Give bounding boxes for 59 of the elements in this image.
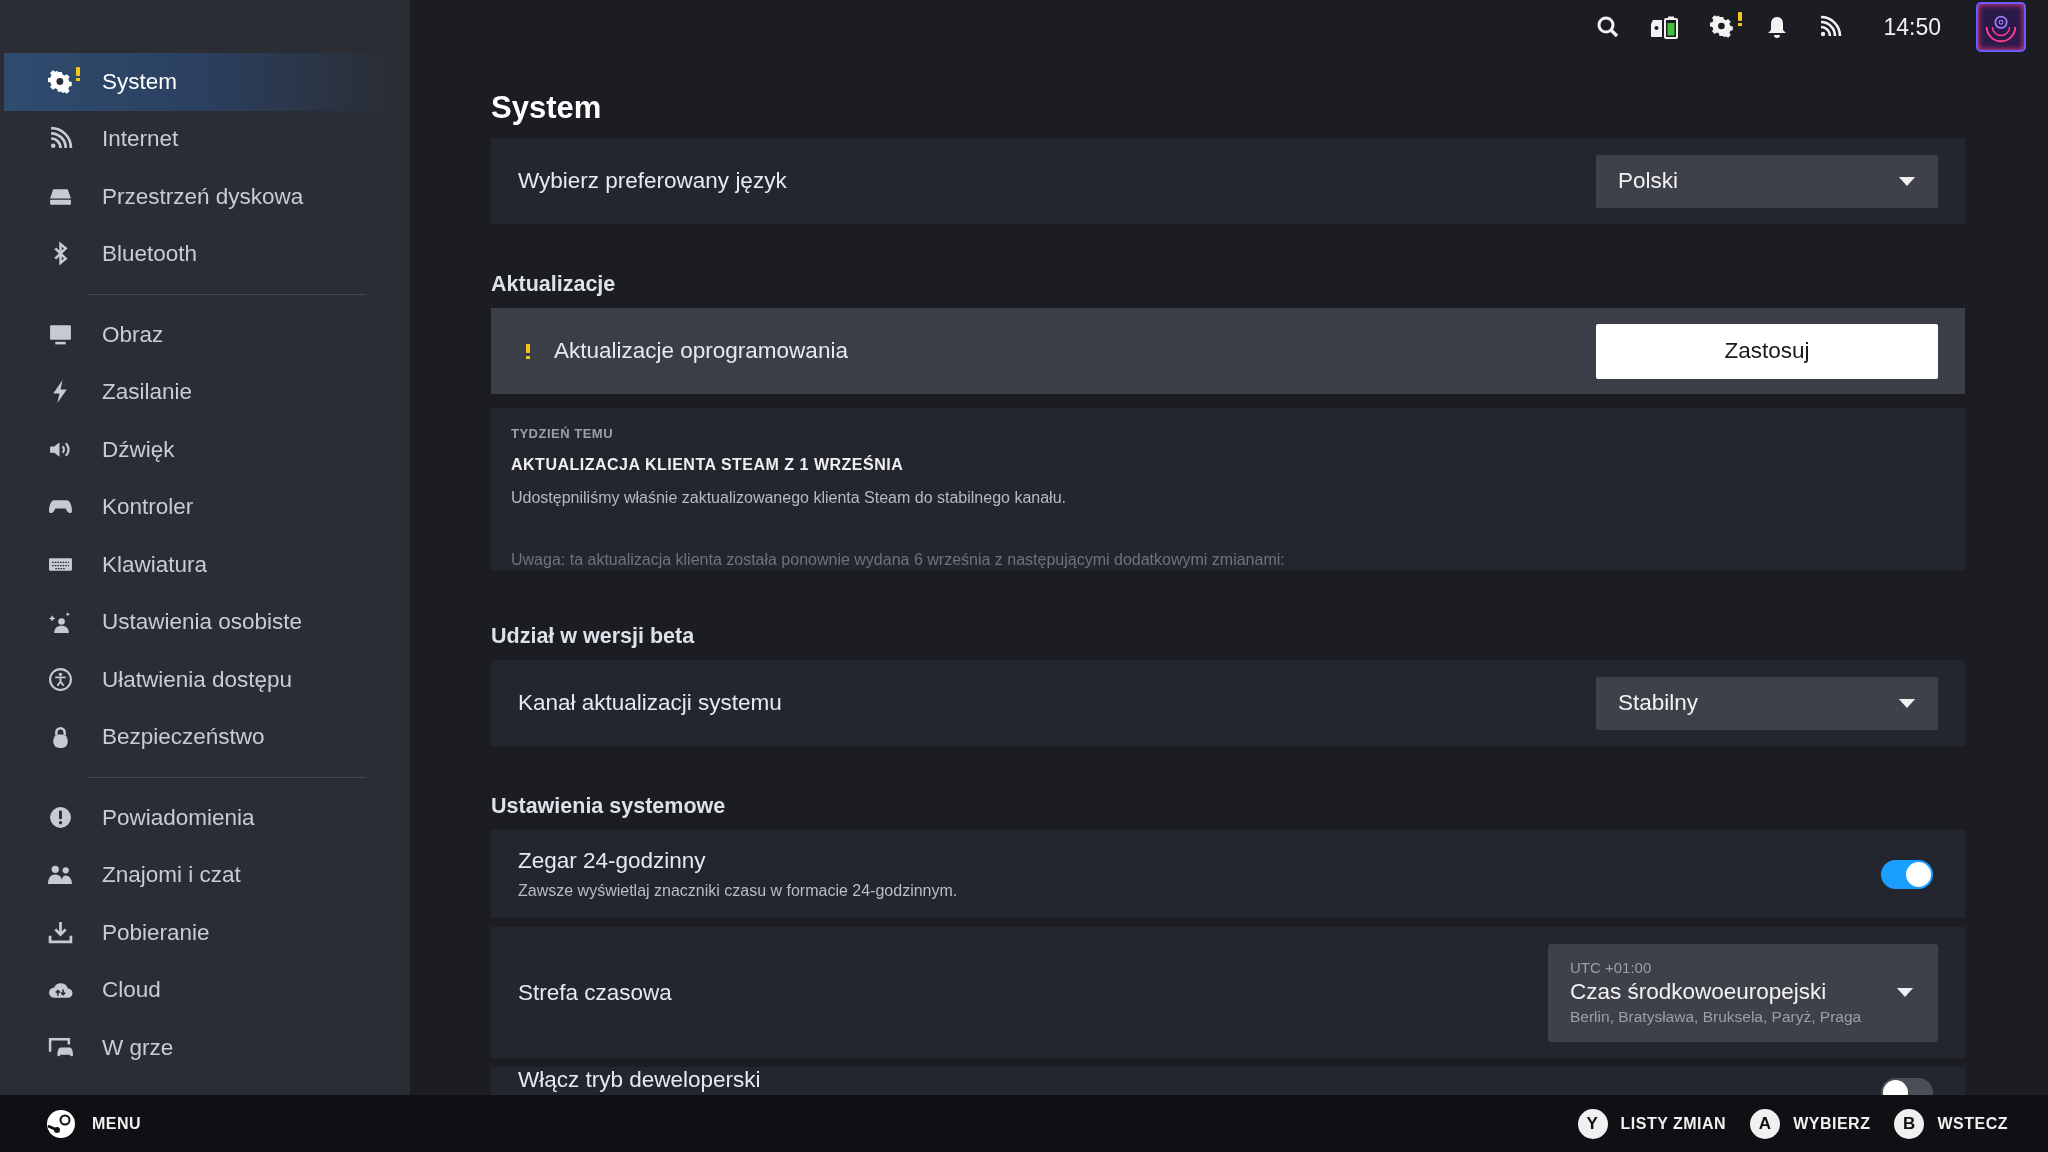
- sidebar-item[interactable]: W grze: [4, 1019, 396, 1077]
- apply-button[interactable]: Zastosuj: [1596, 323, 1938, 379]
- gear-icon: [48, 68, 73, 94]
- news-paragraph: Uwaga: ta aktualizacja klienta została ponownie wydana 6 września z następującymi dodatkowymi zmianami:: [511, 551, 1286, 569]
- news-date: TYDZIEŃ TEMU: [511, 426, 615, 441]
- logo-icon: [46, 1108, 76, 1139]
- setting-label: Zegar 24-godzinny: [518, 848, 707, 874]
- news-paragraph: Udostępniliśmy właśnie zaktualizowanego klienta Steam do stabilnego kanału.: [511, 489, 1067, 507]
- sidebar-item[interactable]: Pobieranie: [4, 904, 396, 962]
- section-heading: Udział w wersji beta: [491, 624, 696, 649]
- sidebar-item[interactable]: Internet: [4, 110, 396, 168]
- dropdown[interactable]: Stabilny: [1596, 676, 1938, 730]
- setting-label: Strefa czasowa: [518, 979, 672, 1006]
- key-glyph: A: [1750, 1108, 1781, 1139]
- dropdown[interactable]: Polski: [1596, 154, 1938, 208]
- setting-label: Wybierz preferowany język: [518, 168, 787, 194]
- sidebar-item[interactable]: Cloud: [4, 961, 396, 1019]
- sidebar-item[interactable]: Znajomi i czat: [4, 846, 396, 904]
- sidebar-item[interactable]: Dźwięk: [4, 421, 396, 479]
- key-glyph: B: [1894, 1108, 1925, 1139]
- hint-button[interactable]: Y LISTY ZMIAN: [1577, 1108, 1727, 1139]
- accessibility-icon: [48, 666, 73, 692]
- sidebar-item[interactable]: Bluetooth: [4, 225, 396, 283]
- avatar[interactable]: [1976, 2, 2026, 52]
- sidebar-item[interactable]: Bezpieczeństwo: [4, 708, 396, 766]
- timezone-cities: Berlin, Bratysława, Bruksela, Paryż, Praga: [1570, 1008, 1862, 1026]
- caret-icon: [1898, 697, 1916, 709]
- setting-label: Włącz tryb deweloperski: [518, 1068, 761, 1092]
- setting-label: Aktualizacje oprogramowania: [554, 338, 848, 364]
- setting-description: Zawsze wyświetlaj znaczniki czasu w formacie 24-godzinnym.: [518, 882, 958, 900]
- exclamation-icon: [48, 804, 73, 830]
- news-headline: AKTUALIZACJA KLIENTA STEAM Z 1 WRZEŚNIA: [511, 456, 905, 474]
- sidebar-item[interactable]: Kontroler: [4, 478, 396, 536]
- sidebar-item[interactable]: Powiadomienia: [4, 789, 396, 847]
- menu-button[interactable]: MENU: [46, 1108, 142, 1139]
- search-icon: [1596, 15, 1621, 39]
- section-heading: Aktualizacje: [491, 272, 617, 297]
- sidebar-item[interactable]: Obraz: [4, 306, 396, 364]
- gear-icon: [1710, 14, 1735, 38]
- timezone-name: Czas środkowoeuropejski: [1570, 979, 1828, 1005]
- sidebar-item[interactable]: Ustawienia osobiste: [4, 593, 396, 651]
- clock-time: 14:50: [1883, 13, 1941, 41]
- signal-icon: [1818, 15, 1843, 39]
- page-title: System: [491, 90, 603, 126]
- key-glyph: Y: [1577, 1108, 1608, 1139]
- timezone-offset: UTC +01:00: [1570, 959, 1653, 976]
- sidebar-item[interactable]: Przestrzeń dyskowa: [4, 168, 396, 226]
- setting-label: Kanał aktualizacji systemu: [518, 690, 782, 716]
- download-icon: [48, 919, 73, 945]
- sidebar-item[interactable]: Zasilanie: [4, 363, 396, 421]
- timezone-dropdown[interactable]: UTC +01:00 Czas środkowoeuropejski Berlin, Bratysława, Bruksela, Paryż, Praga: [1548, 943, 1938, 1042]
- hint-button[interactable]: A WYBIERZ: [1750, 1108, 1871, 1139]
- sidebar-item[interactable]: Klawiatura: [4, 536, 396, 594]
- section-heading: Ustawienia systemowe: [491, 794, 727, 819]
- caret-icon: [1898, 175, 1916, 187]
- caret-icon: [1896, 987, 1914, 998]
- sidebar-item[interactable]: Ułatwienia dostępu: [4, 651, 396, 709]
- toggle-switch[interactable]: [1881, 859, 1933, 889]
- hint-button[interactable]: B WSTECZ: [1894, 1108, 2008, 1139]
